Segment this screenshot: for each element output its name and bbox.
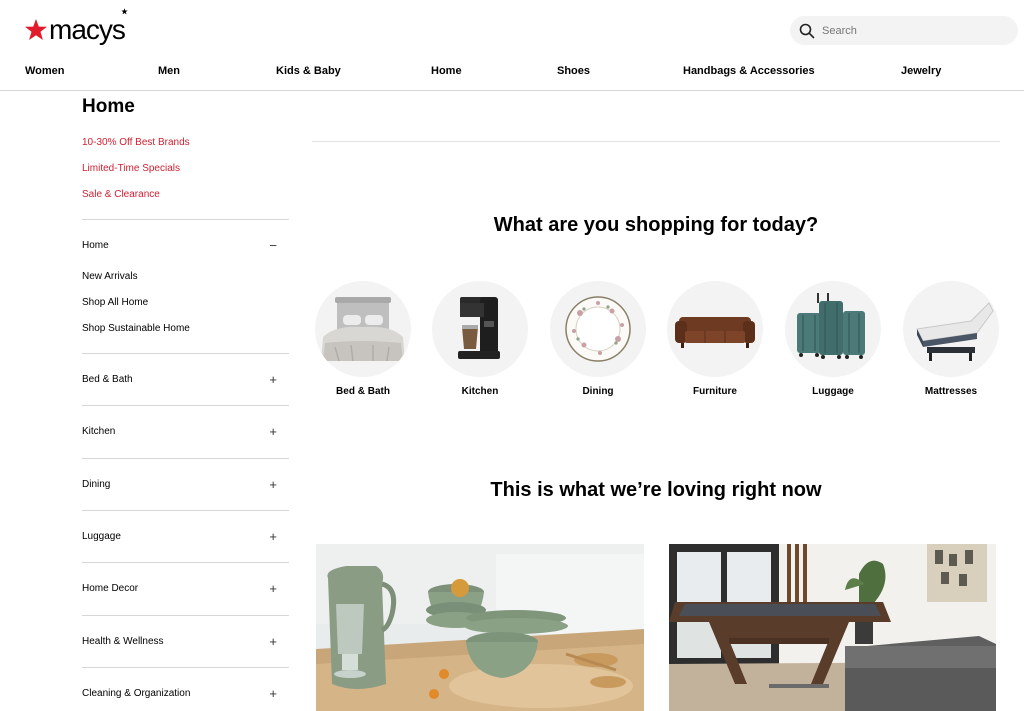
divider (82, 562, 289, 563)
search-box[interactable] (790, 16, 1018, 45)
star-icon (25, 19, 47, 40)
nav-home[interactable]: Home (431, 65, 462, 77)
tableware-feature-image[interactable] (316, 544, 644, 711)
sidebar-item-label: Luggage (82, 531, 121, 542)
divider (82, 405, 289, 406)
coffee-maker-icon (432, 281, 528, 377)
divider (82, 615, 289, 616)
sub-link-new-arrivals[interactable]: New Arrivals (82, 271, 138, 282)
sidebar-item-luggage[interactable]: Luggage + (82, 530, 277, 545)
category-label: Kitchen (461, 386, 499, 397)
promo-link-limited-time[interactable]: Limited-Time Specials (82, 163, 180, 174)
sidebar-item-home[interactable]: Home − (82, 239, 277, 254)
sub-link-shop-all-home[interactable]: Shop All Home (82, 297, 148, 308)
sidebar-item-label: Bed & Bath (82, 374, 133, 385)
sidebar-item-kitchen[interactable]: Kitchen + (82, 425, 277, 440)
expand-icon[interactable]: + (269, 373, 277, 386)
promo-link-sale-clearance[interactable]: Sale & Clearance (82, 189, 160, 200)
category-label: Furniture (693, 386, 737, 397)
sub-link-sustainable-home[interactable]: Shop Sustainable Home (82, 323, 190, 334)
category-label: Luggage (812, 386, 854, 397)
shopping-heading: What are you shopping for today? (493, 214, 819, 236)
category-luggage[interactable]: Luggage (785, 281, 881, 403)
category-furniture[interactable]: Furniture (667, 281, 763, 403)
category-label: Mattresses (924, 386, 978, 397)
sidebar-item-dining[interactable]: Dining + (82, 478, 277, 493)
expand-icon[interactable]: + (269, 478, 277, 491)
category-bed-bath[interactable]: Bed & Bath (315, 281, 411, 403)
divider (82, 667, 289, 668)
nav-men[interactable]: Men (158, 65, 180, 77)
sidebar-item-health-wellness[interactable]: Health & Wellness + (82, 635, 277, 650)
game-room-feature-image[interactable] (669, 544, 996, 711)
divider (82, 353, 289, 354)
expand-icon[interactable]: + (269, 582, 277, 595)
sidebar-item-label: Kitchen (82, 426, 116, 437)
category-kitchen[interactable]: Kitchen (432, 281, 528, 403)
small-star-icon (121, 8, 128, 15)
nav-shoes[interactable]: Shoes (557, 65, 590, 77)
nav-women[interactable]: Women (25, 65, 65, 77)
sidebar-title: Home (82, 96, 135, 117)
nav-kids-baby[interactable]: Kids & Baby (276, 65, 341, 77)
sidebar-item-label: Health & Wellness (82, 636, 164, 647)
top-navigation: Women Men Kids & Baby Home Shoes Handbag… (0, 65, 1024, 79)
expand-icon[interactable]: + (269, 635, 277, 648)
plate-icon (550, 281, 646, 377)
mattress-icon (903, 281, 999, 377)
search-icon[interactable] (799, 23, 815, 39)
expand-icon[interactable]: + (269, 687, 277, 700)
divider (82, 510, 289, 511)
luggage-icon (785, 281, 881, 377)
nav-jewelry[interactable]: Jewelry (901, 65, 941, 77)
collapse-icon[interactable]: − (269, 239, 277, 252)
loving-heading: This is what we’re loving right now (490, 479, 822, 501)
bed-icon (315, 281, 411, 377)
sidebar-item-label: Dining (82, 479, 111, 490)
logo-wordmark: macys (49, 8, 128, 44)
sidebar-item-cleaning-organization[interactable]: Cleaning & Organization + (82, 687, 277, 702)
promo-link-best-brands[interactable]: 10-30% Off Best Brands (82, 137, 190, 148)
category-label: Dining (582, 386, 614, 397)
expand-icon[interactable]: + (269, 425, 277, 438)
sidebar-item-label: Cleaning & Organization (82, 688, 191, 699)
sidebar-item-home-decor[interactable]: Home Decor + (82, 582, 277, 597)
divider (82, 219, 289, 220)
category-label: Bed & Bath (336, 386, 390, 397)
search-input[interactable] (822, 24, 1012, 37)
sidebar-item-bed-bath[interactable]: Bed & Bath + (82, 373, 277, 388)
category-dining[interactable]: Dining (550, 281, 646, 403)
site-header: macys Women Men Kids & Baby Home Shoes H… (0, 0, 1024, 91)
sidebar-item-label: Home (82, 240, 109, 251)
sofa-icon (667, 281, 763, 377)
divider (82, 458, 289, 459)
expand-icon[interactable]: + (269, 530, 277, 543)
sidebar-item-label: Home Decor (82, 583, 139, 594)
macys-logo[interactable]: macys (24, 8, 128, 46)
nav-handbags-accessories[interactable]: Handbags & Accessories (683, 65, 815, 77)
divider (312, 141, 1000, 142)
category-mattresses[interactable]: Mattresses (903, 281, 999, 403)
